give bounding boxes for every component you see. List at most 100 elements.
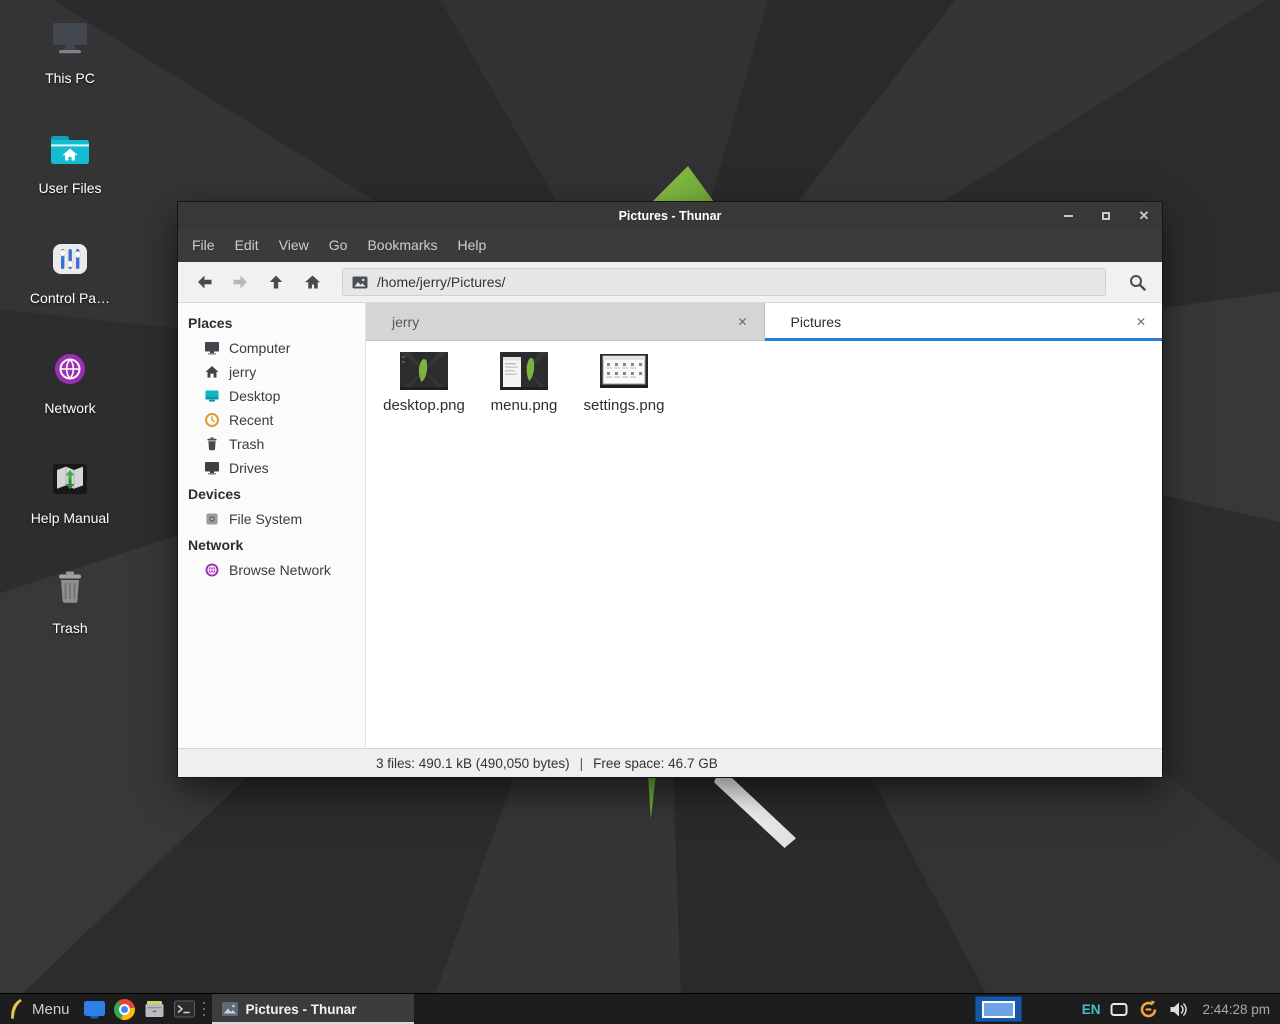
- home-icon: [204, 364, 220, 380]
- chrome-launcher[interactable]: [110, 994, 140, 1024]
- file-manager-icon: [83, 999, 106, 1019]
- computer-icon: [45, 14, 95, 64]
- desktop-icon-this-pc[interactable]: This PC: [12, 14, 128, 124]
- sidebar-item-computer[interactable]: Computer: [178, 336, 365, 360]
- taskbar: Menu Pictures - Thunar EN 2:44:28 pm: [0, 993, 1280, 1024]
- terminal-icon: [173, 999, 196, 1019]
- display-tray-icon[interactable]: [1110, 1002, 1128, 1017]
- window-titlebar[interactable]: Pictures - Thunar ✕: [178, 202, 1162, 229]
- sidebar-item-recent[interactable]: Recent: [178, 408, 365, 432]
- file-manager-launcher[interactable]: [80, 994, 110, 1024]
- minimize-icon: [1064, 215, 1073, 217]
- sidebar-item-label: Desktop: [229, 388, 280, 404]
- file-name: settings.png: [584, 397, 665, 414]
- desktop-icon-label: Control Pa…: [30, 290, 110, 306]
- menu-file[interactable]: File: [182, 229, 225, 262]
- status-bar: 3 files: 490.1 kB (490,050 bytes) | Free…: [178, 748, 1162, 777]
- terminal-launcher[interactable]: [170, 994, 200, 1024]
- file-name: desktop.png: [383, 397, 465, 414]
- close-button[interactable]: ✕: [1136, 208, 1152, 224]
- workspace-window-preview: [982, 1001, 1015, 1018]
- maximize-button[interactable]: [1098, 208, 1114, 224]
- file-view[interactable]: desktop.png menu.png settings.png: [366, 341, 1162, 748]
- feather-logo-icon: [8, 998, 24, 1020]
- separator-dots-icon: [203, 1002, 205, 1016]
- archive-launcher[interactable]: [140, 994, 170, 1024]
- file-settings-png[interactable]: settings.png: [574, 351, 674, 414]
- trash-icon: [45, 564, 95, 614]
- search-button[interactable]: [1120, 267, 1154, 297]
- menu-help[interactable]: Help: [448, 229, 497, 262]
- desktop-icon-help-manual[interactable]: Help Manual: [12, 454, 128, 564]
- wallpaper-feather-white-quill: [714, 778, 796, 848]
- workspace-switcher[interactable]: [975, 996, 1022, 1022]
- desktop-icon-control-panel[interactable]: Control Pa…: [12, 234, 128, 344]
- desktop-icon-trash[interactable]: Trash: [12, 564, 128, 674]
- wallpaper-feather-green-sliver: [642, 777, 664, 819]
- image-thumbnail: [599, 351, 649, 391]
- search-icon: [1128, 273, 1147, 292]
- tab-pictures[interactable]: Pictures ✕: [765, 303, 1163, 340]
- minimize-button[interactable]: [1060, 208, 1076, 224]
- menu-go[interactable]: Go: [319, 229, 358, 262]
- image-file-icon: [352, 276, 368, 289]
- wallpaper-feather-green-top: [652, 166, 714, 202]
- menu-bookmarks[interactable]: Bookmarks: [357, 229, 447, 262]
- file-menu-png[interactable]: menu.png: [474, 351, 574, 414]
- tab-close-icon[interactable]: ✕: [1132, 313, 1150, 331]
- menu-edit[interactable]: Edit: [225, 229, 269, 262]
- file-desktop-png[interactable]: desktop.png: [374, 351, 474, 414]
- status-separator: |: [580, 756, 584, 771]
- sliders-icon: [45, 234, 95, 284]
- sidebar-item-label: Recent: [229, 412, 273, 428]
- drives-icon: [204, 460, 220, 476]
- taskbar-separator-handle[interactable]: [200, 994, 208, 1024]
- updates-tray-icon[interactable]: [1138, 999, 1159, 1020]
- desktop-icon-label: This PC: [45, 70, 95, 86]
- path-bar[interactable]: /home/jerry/Pictures/: [342, 268, 1106, 296]
- desktop-icon-network[interactable]: Network: [12, 344, 128, 454]
- sidebar-header-places: Places: [178, 309, 365, 336]
- up-button[interactable]: [260, 267, 292, 297]
- up-arrow-icon: [268, 274, 284, 290]
- main-column: jerry ✕ Pictures ✕ desktop.png: [366, 303, 1162, 748]
- sidebar-item-label: Drives: [229, 460, 269, 476]
- tab-close-icon[interactable]: ✕: [733, 313, 751, 331]
- globe-icon: [204, 562, 220, 578]
- keyboard-layout-indicator[interactable]: EN: [1082, 1002, 1101, 1017]
- desktop-monitor-icon: [204, 388, 220, 404]
- archive-drawer-icon: [143, 999, 166, 1019]
- clock[interactable]: 2:44:28 pm: [1202, 1002, 1270, 1017]
- maximize-icon: [1102, 212, 1110, 220]
- image-thumbnail: [499, 351, 549, 391]
- hard-disk-icon: [204, 511, 220, 527]
- tab-jerry[interactable]: jerry ✕: [366, 303, 765, 340]
- home-button[interactable]: [296, 267, 328, 297]
- start-menu-button[interactable]: Menu: [0, 994, 80, 1024]
- files-summary: 3 files: 490.1 kB (490,050 bytes): [376, 756, 570, 771]
- sidebar-header-devices: Devices: [178, 480, 365, 507]
- file-name: menu.png: [491, 397, 558, 414]
- path-text: /home/jerry/Pictures/: [377, 274, 505, 290]
- sidebar-item-jerry[interactable]: jerry: [178, 360, 365, 384]
- tab-label: jerry: [392, 314, 733, 330]
- sidebar-item-label: File System: [229, 511, 302, 527]
- back-button[interactable]: [188, 267, 220, 297]
- sidebar-item-file-system[interactable]: File System: [178, 507, 365, 531]
- sidebar-item-drives[interactable]: Drives: [178, 456, 365, 480]
- sidebar: Places Computer jerry Desktop Recent Tra…: [178, 303, 366, 748]
- volume-tray-icon[interactable]: [1169, 1001, 1188, 1018]
- menu-view[interactable]: View: [269, 229, 319, 262]
- forward-button[interactable]: [224, 267, 256, 297]
- sidebar-item-trash[interactable]: Trash: [178, 432, 365, 456]
- desktop-icon-label: Network: [44, 400, 95, 416]
- desktop-icon-user-files[interactable]: User Files: [12, 124, 128, 234]
- forward-arrow-icon: [232, 274, 249, 290]
- chrome-icon: [114, 999, 135, 1020]
- desktop-icon-column: This PC User Files Control Pa… Network H…: [12, 14, 128, 674]
- taskbar-window-button[interactable]: Pictures - Thunar: [212, 994, 414, 1024]
- sidebar-item-browse-network[interactable]: Browse Network: [178, 558, 365, 582]
- free-space: Free space: 46.7 GB: [593, 756, 718, 771]
- sidebar-item-label: Computer: [229, 340, 290, 356]
- sidebar-item-desktop[interactable]: Desktop: [178, 384, 365, 408]
